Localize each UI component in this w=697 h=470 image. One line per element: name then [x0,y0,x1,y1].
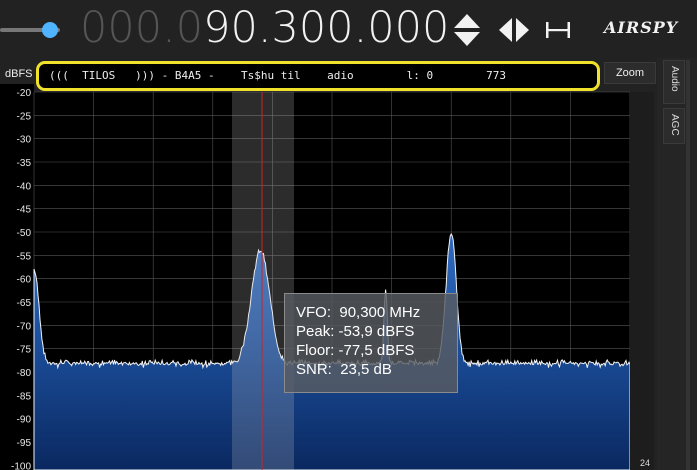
y-tick-label: -80 [17,368,32,379]
tooltip-peak-value: -53,9 dBFS [338,323,415,340]
tooltip-floor-row: Floor: -77,5 dBFS [296,341,457,360]
right-gutter [630,92,654,470]
tab-agc-label: AGC [669,114,680,136]
y-tick-label: -90 [17,415,32,426]
y-tick-label: -30 [17,135,32,146]
top-toolbar: 000.090.300.000 AIRSPY [0,0,697,58]
y-tick-label: -60 [17,275,32,286]
y-tick-label: -100 [11,461,31,470]
y-tick-label: -70 [17,321,32,332]
tooltip-peak-row: Peak: -53,9 dBFS [296,322,457,341]
y-tick-label: -50 [17,228,32,239]
tooltip-vfo-key: VFO: [296,304,332,321]
tab-audio-label: Audio [669,66,680,92]
y-tick-label: -20 [17,88,32,99]
arrow-up-down-icon[interactable] [452,12,482,48]
vfo-bandwidth-highlight[interactable] [232,92,294,470]
tooltip-snr-row: SNR: 23,5 dB [296,360,457,379]
side-scrollbar[interactable] [686,60,690,470]
y-tick-label: -75 [17,345,32,356]
tooltip-vfo-value: 90,300 MHz [339,304,421,321]
y-tick-label: -40 [17,181,32,192]
y-tick-label: -85 [17,391,32,402]
y-tick-label: -35 [17,158,32,169]
tab-agc[interactable]: AGC [663,108,685,144]
frequency-leading-digits[interactable]: 000.0 [80,3,203,53]
y-tick-label: -95 [17,438,32,449]
y-axis-ticks: -20 -25 -30 -35 -40 -45 -50 -55 -60 -65 -70 -75 -80 -… [11,88,31,470]
tooltip-floor-key: Floor: [296,342,335,359]
tooltip-snr-value: 23,5 dB [340,361,392,378]
zoom-button[interactable]: Zoom [604,62,656,84]
tooltip-vfo-row: VFO: 90,300 MHz [296,303,457,322]
brand-logo: AIRSPY [604,18,679,37]
span-width-icon[interactable] [544,20,572,40]
tab-audio[interactable]: Audio [663,60,685,104]
y-tick-label: -45 [17,205,32,216]
frequency-display[interactable]: 000.090.300.000 [80,3,449,53]
y-tick-label: -25 [17,111,32,122]
signal-tooltip: VFO: 90,300 MHz Peak: -53,9 dBFS Floor: … [284,293,458,393]
gutter-value: 24 [640,458,651,468]
spectrum-display[interactable]: -20 -25 -30 -35 -40 -45 -50 -55 -60 -65 -70 -75 -80 -… [0,84,652,470]
tooltip-peak-key: Peak: [296,323,335,340]
y-tick-label: -55 [17,251,32,262]
arrow-left-right-icon[interactable] [497,16,531,44]
volume-slider-knob[interactable] [42,22,58,38]
dbfs-unit-label: dBFS [5,68,33,80]
tooltip-floor-value: -77,5 dBFS [338,342,415,359]
frequency-digits[interactable]: 90.300.000 [203,3,449,53]
y-tick-label: -65 [17,298,32,309]
tooltip-snr-key: SNR: [296,361,332,378]
